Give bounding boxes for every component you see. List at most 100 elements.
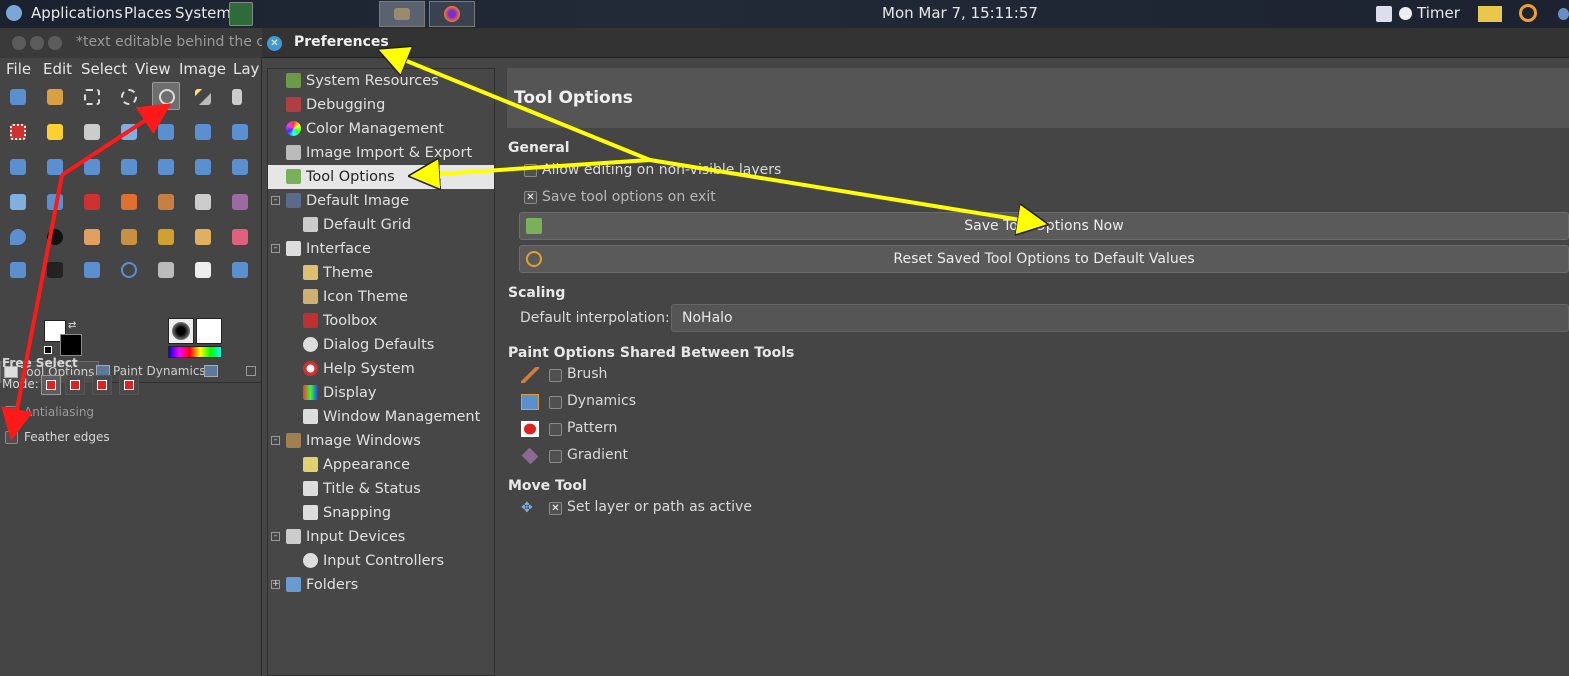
blur-tool-icon[interactable] bbox=[4, 223, 32, 251]
allow-editing-checkbox[interactable] bbox=[524, 164, 537, 177]
menu-select[interactable]: Select bbox=[81, 60, 127, 78]
bucket-fill-icon[interactable] bbox=[189, 188, 217, 216]
expander-folders[interactable]: + bbox=[271, 580, 280, 589]
default-colors-icon[interactable] bbox=[44, 346, 52, 354]
tree-item-default-image[interactable]: Default Image bbox=[284, 189, 494, 213]
swap-colors-icon[interactable]: ⇄ bbox=[68, 320, 76, 331]
tree-item-display[interactable]: Display bbox=[301, 381, 494, 405]
expander-input-devices[interactable]: - bbox=[271, 532, 280, 541]
smudge-tool-icon[interactable] bbox=[78, 223, 106, 251]
heal-tool-icon[interactable] bbox=[189, 223, 217, 251]
perspective-tool-icon[interactable] bbox=[78, 153, 106, 181]
tree-item-snapping[interactable]: Snapping bbox=[301, 501, 494, 525]
color-picker-icon[interactable] bbox=[41, 188, 69, 216]
minimize-icon[interactable] bbox=[30, 36, 44, 50]
pattern-preview[interactable] bbox=[196, 318, 222, 344]
feather-edges-checkbox[interactable] bbox=[5, 431, 18, 444]
menu-image[interactable]: Image bbox=[179, 60, 226, 78]
tree-item-theme[interactable]: Theme bbox=[301, 261, 494, 285]
curves-tool-icon[interactable] bbox=[41, 256, 69, 284]
tree-item-window-management[interactable]: Window Management bbox=[301, 405, 494, 429]
reset-tool-options-button[interactable]: Reset Saved Tool Options to Default Valu… bbox=[519, 245, 1569, 273]
system-menu[interactable]: System bbox=[175, 4, 231, 22]
tree-item-image-windows[interactable]: Image Windows bbox=[284, 429, 494, 453]
gradient-checkbox[interactable] bbox=[549, 450, 562, 463]
antialiasing-checkbox[interactable]: ✕ bbox=[5, 406, 18, 419]
shear-tool-icon[interactable] bbox=[4, 153, 32, 181]
perspective-clone-icon[interactable] bbox=[152, 223, 180, 251]
free-select-icon[interactable] bbox=[152, 82, 180, 110]
brush-preview[interactable] bbox=[168, 318, 194, 344]
path-pen-icon[interactable] bbox=[226, 256, 254, 284]
align-tool-icon[interactable] bbox=[41, 83, 69, 111]
dynamics-checkbox[interactable] bbox=[549, 396, 562, 409]
tree-item-input-controllers[interactable]: Input Controllers bbox=[301, 549, 494, 573]
warp-transform-icon[interactable] bbox=[226, 153, 254, 181]
fuzzy-select-icon[interactable] bbox=[189, 83, 217, 111]
folder-icon[interactable] bbox=[1478, 6, 1502, 22]
expander-default-image[interactable]: - bbox=[271, 196, 280, 205]
menu-view[interactable]: View bbox=[135, 60, 171, 78]
rect-select-icon[interactable] bbox=[78, 83, 106, 111]
maximize-icon[interactable] bbox=[48, 36, 62, 50]
mode-replace-button[interactable] bbox=[41, 375, 61, 395]
text-a-icon[interactable] bbox=[189, 256, 217, 284]
handle-transform-icon[interactable] bbox=[152, 153, 180, 181]
tree-item-tool-options[interactable]: Tool Options bbox=[268, 165, 494, 189]
pencil-icon[interactable] bbox=[115, 188, 143, 216]
user-icon[interactable] bbox=[1558, 8, 1569, 20]
brush-checkbox[interactable] bbox=[549, 369, 562, 382]
save-tool-options-now-button[interactable]: Save Tool Options Now bbox=[519, 212, 1569, 240]
tree-item-interface[interactable]: Interface bbox=[284, 237, 494, 261]
paintbrush-icon[interactable] bbox=[152, 188, 180, 216]
launcher-icon[interactable] bbox=[229, 2, 253, 26]
flip-tool-icon[interactable] bbox=[41, 153, 69, 181]
pattern-checkbox[interactable] bbox=[549, 423, 562, 436]
clock[interactable]: Mon Mar 7, 15:11:57 bbox=[882, 4, 1038, 22]
unified-transform-icon[interactable] bbox=[115, 153, 143, 181]
navigate-tool-icon[interactable] bbox=[78, 256, 106, 284]
menu-edit[interactable]: Edit bbox=[43, 60, 72, 78]
scale-tool-icon[interactable] bbox=[226, 118, 254, 146]
tree-item-default-grid[interactable]: Default Grid bbox=[301, 213, 494, 237]
search-icon[interactable] bbox=[1519, 4, 1537, 22]
timer-icon[interactable] bbox=[1399, 7, 1412, 20]
screenshot-icon[interactable] bbox=[1376, 6, 1392, 22]
save-on-exit-checkbox[interactable]: ✕ bbox=[524, 191, 537, 204]
tree-item-debugging[interactable]: Debugging bbox=[284, 93, 494, 117]
tree-item-system-resources[interactable]: System Resources bbox=[284, 69, 494, 93]
crop-tool-icon[interactable] bbox=[152, 118, 180, 146]
tree-item-color-management[interactable]: Color Management bbox=[284, 117, 494, 141]
set-active-checkbox[interactable]: ✕ bbox=[549, 502, 562, 515]
tab-extra[interactable] bbox=[201, 361, 221, 383]
tree-item-help-system[interactable]: Help System bbox=[301, 357, 494, 381]
clone-tool-icon[interactable] bbox=[115, 223, 143, 251]
interpolation-select[interactable]: NoHalo bbox=[671, 304, 1569, 332]
applications-menu[interactable]: Applications bbox=[31, 4, 123, 22]
select-by-color-icon[interactable] bbox=[226, 83, 256, 111]
foreground-select-icon[interactable] bbox=[41, 118, 69, 146]
zoom-tool-icon[interactable] bbox=[115, 256, 143, 284]
gradient-preview[interactable] bbox=[168, 346, 222, 358]
menu-file[interactable]: File bbox=[6, 60, 31, 78]
tree-item-icon-theme[interactable]: Icon Theme bbox=[301, 285, 494, 309]
levels-tool-icon[interactable] bbox=[4, 256, 32, 284]
paths-tool-icon[interactable] bbox=[115, 118, 143, 146]
ink-tool-icon[interactable] bbox=[41, 223, 69, 251]
close-icon[interactable] bbox=[12, 36, 26, 50]
eraser-tool-icon[interactable] bbox=[226, 223, 254, 251]
tree-item-title-status[interactable]: Title & Status bbox=[301, 477, 494, 501]
gradient-tool-icon[interactable] bbox=[226, 188, 254, 216]
close-icon[interactable]: ✕ bbox=[267, 36, 282, 51]
tree-item-input-devices[interactable]: Input Devices bbox=[284, 525, 494, 549]
dock-menu-icon[interactable] bbox=[246, 366, 256, 376]
firefox-task-button[interactable] bbox=[429, 1, 475, 27]
tree-item-folders[interactable]: Folders bbox=[284, 573, 494, 597]
measure-tool-icon[interactable] bbox=[152, 256, 180, 284]
ellipse-select-icon[interactable] bbox=[115, 83, 143, 111]
scissors-icon[interactable] bbox=[78, 118, 106, 146]
gimp-task-button[interactable] bbox=[379, 1, 425, 27]
scissors-select-icon[interactable] bbox=[4, 118, 32, 146]
tree-item-appearance[interactable]: Appearance bbox=[301, 453, 494, 477]
tree-item-image-import-export[interactable]: Image Import & Export bbox=[284, 141, 494, 165]
